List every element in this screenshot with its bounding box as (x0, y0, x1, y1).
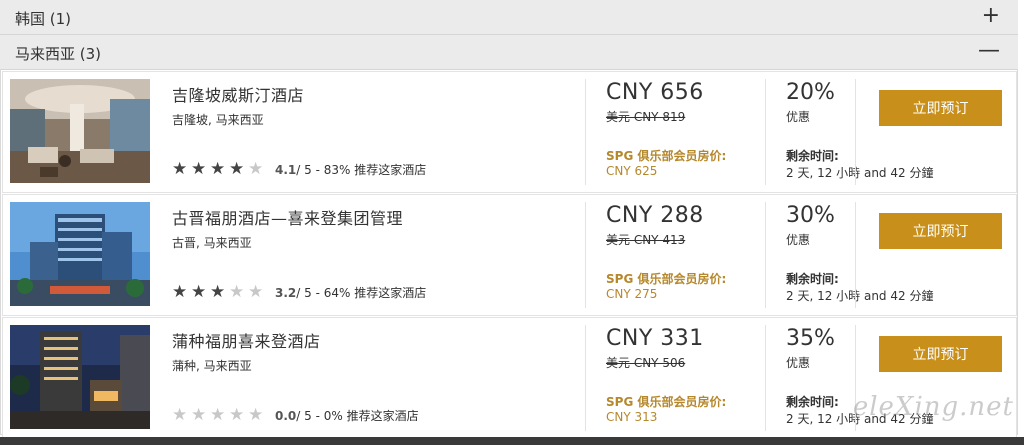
divider (585, 325, 586, 431)
star-icon: ★ (229, 282, 245, 302)
discount-percent: 30% (786, 203, 835, 228)
spg-member-label: SPG 俱乐部会员房价: (606, 395, 727, 409)
star-icon: ★ (210, 159, 226, 179)
divider (855, 79, 856, 185)
time-remaining-label: 剩余时间: (786, 149, 839, 163)
spg-member-label: SPG 俱乐部会员房价: (606, 149, 727, 163)
divider (855, 202, 856, 308)
divider (765, 325, 766, 431)
deal-price: CNY 656 (606, 80, 704, 105)
region-label: 马来西亚 (3) (15, 45, 102, 63)
rating-summary: / 5 - 64% 推荐这家酒店 (296, 286, 427, 300)
divider (765, 79, 766, 185)
hotel-rating: ★ ★ ★ ★ ★ 0.0 / 5 - 0% 推荐这家酒店 (172, 407, 419, 424)
original-price: 美元 CNY 506 (606, 356, 686, 370)
star-icon: ★ (210, 405, 226, 425)
region-row-korea[interactable]: 韩国 (1) + (0, 0, 1018, 35)
discount-label: 优惠 (786, 233, 811, 247)
discount-percent: 20% (786, 80, 835, 105)
spg-member-price: CNY 625 (606, 164, 658, 178)
rating-score: 3.2 (275, 285, 297, 300)
divider (585, 202, 586, 308)
hotel-photo[interactable] (10, 202, 150, 306)
rating-score: 0.0 (275, 408, 297, 423)
book-now-button[interactable]: 立即预订 (879, 213, 1002, 249)
divider (765, 202, 766, 308)
hotel-location: 古晋, 马来西亚 (172, 236, 252, 250)
discount-label: 优惠 (786, 356, 811, 370)
star-rating: ★ ★ ★ ★ ★ (172, 161, 267, 178)
star-icon: ★ (248, 159, 264, 179)
hotel-name[interactable]: 古晋福朋酒店—喜来登集团管理 (172, 205, 403, 229)
time-remaining-value: 2 天, 12 小時 and 42 分鐘 (786, 289, 934, 303)
collapse-icon[interactable]: — (978, 39, 1000, 63)
rating-score: 4.1 (275, 162, 297, 177)
hotel-rating: ★ ★ ★ ★ ★ 3.2 / 5 - 64% 推荐这家酒店 (172, 284, 426, 301)
hotel-name[interactable]: 蒲种福朋喜来登酒店 (172, 328, 321, 352)
discount-percent: 35% (786, 326, 835, 351)
hotel-card: 古晋福朋酒店—喜来登集团管理 古晋, 马来西亚 ★ ★ ★ ★ ★ 3.2 / 5 - … (2, 194, 1017, 316)
star-icon: ★ (172, 282, 188, 302)
star-icon: ★ (229, 405, 245, 425)
spg-member-price: CNY 313 (606, 410, 658, 424)
star-icon: ★ (191, 159, 207, 179)
deal-price: CNY 331 (606, 326, 704, 351)
hotel-photo[interactable] (10, 79, 150, 183)
watermark: eleXing.net (852, 392, 1014, 422)
star-icon: ★ (191, 282, 207, 302)
footer-bar (0, 437, 1024, 445)
rating-summary: / 5 - 83% 推荐这家酒店 (296, 163, 427, 177)
star-icon: ★ (191, 405, 207, 425)
hotel-location: 蒲种, 马来西亚 (172, 359, 252, 373)
spg-member-price: CNY 275 (606, 287, 658, 301)
hotel-name[interactable]: 吉隆坡威斯汀酒店 (172, 82, 304, 106)
star-icon: ★ (210, 282, 226, 302)
deal-price: CNY 288 (606, 203, 704, 228)
hotel-rating: ★ ★ ★ ★ ★ 4.1 / 5 - 83% 推荐这家酒店 (172, 161, 426, 178)
expand-icon[interactable]: + (982, 4, 1000, 28)
time-remaining-label: 剩余时间: (786, 395, 839, 409)
star-rating: ★ ★ ★ ★ ★ (172, 407, 267, 424)
star-icon: ★ (172, 405, 188, 425)
book-now-button[interactable]: 立即预订 (879, 90, 1002, 126)
divider (585, 79, 586, 185)
book-now-button[interactable]: 立即预订 (879, 336, 1002, 372)
star-icon: ★ (248, 405, 264, 425)
time-remaining-value: 2 天, 12 小時 and 42 分鐘 (786, 166, 934, 180)
spg-member-label: SPG 俱乐部会员房价: (606, 272, 727, 286)
rating-summary: / 5 - 0% 推荐这家酒店 (296, 409, 419, 423)
original-price: 美元 CNY 413 (606, 233, 686, 247)
hotel-photo[interactable] (10, 325, 150, 429)
discount-label: 优惠 (786, 110, 811, 124)
original-price: 美元 CNY 819 (606, 110, 686, 124)
region-label: 韩国 (1) (15, 10, 72, 28)
star-rating: ★ ★ ★ ★ ★ (172, 284, 267, 301)
time-remaining-label: 剩余时间: (786, 272, 839, 286)
star-icon: ★ (229, 159, 245, 179)
star-icon: ★ (172, 159, 188, 179)
region-row-malaysia[interactable]: 马来西亚 (3) — (0, 35, 1018, 70)
star-icon: ★ (248, 282, 264, 302)
hotel-location: 吉隆坡, 马来西亚 (172, 113, 264, 127)
hotel-card: 吉隆坡威斯汀酒店 吉隆坡, 马来西亚 ★ ★ ★ ★ ★ 4.1 / 5 - 83% 推… (2, 71, 1017, 193)
